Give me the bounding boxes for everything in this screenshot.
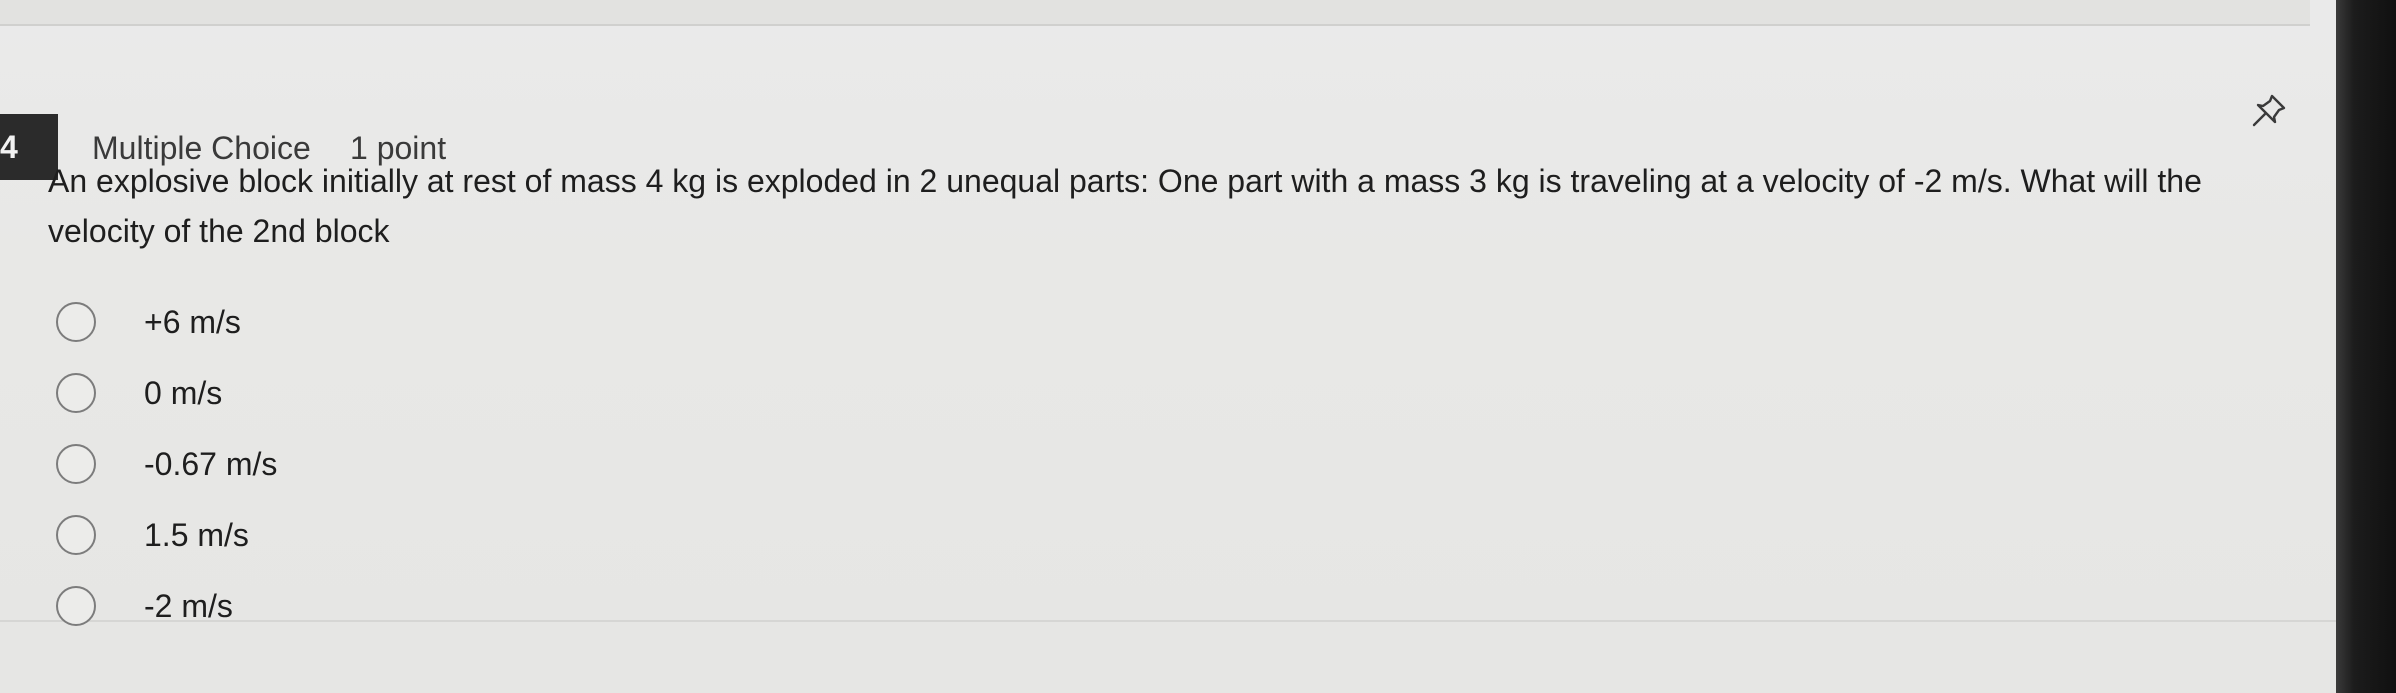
option-label: 0 m/s (144, 374, 223, 411)
option-label: 1.5 m/s (144, 516, 249, 553)
radio-circle-icon[interactable] (56, 586, 96, 626)
answer-option[interactable]: 1.5 m/s (56, 508, 249, 562)
answer-option[interactable]: 0 m/s (56, 366, 222, 420)
radio-circle-icon[interactable] (56, 515, 96, 555)
screen-bezel (2336, 0, 2396, 693)
option-label: -2 m/s (144, 587, 233, 624)
option-label: -0.67 m/s (144, 445, 278, 482)
previous-question-edge (0, 0, 2310, 26)
answer-option[interactable]: -2 m/s (56, 579, 233, 633)
answer-option[interactable]: +6 m/s (56, 295, 241, 349)
radio-circle-icon[interactable] (56, 302, 96, 342)
question-prompt: An explosive block initially at rest of … (48, 163, 2202, 249)
screen-background: 4 Multiple Choice 1 point An explosive b… (0, 0, 2396, 693)
answer-option[interactable]: -0.67 m/s (56, 437, 277, 491)
pin-icon[interactable] (2248, 90, 2290, 132)
option-label: +6 m/s (144, 303, 241, 340)
radio-circle-icon[interactable] (56, 373, 96, 413)
radio-circle-icon[interactable] (56, 444, 96, 484)
